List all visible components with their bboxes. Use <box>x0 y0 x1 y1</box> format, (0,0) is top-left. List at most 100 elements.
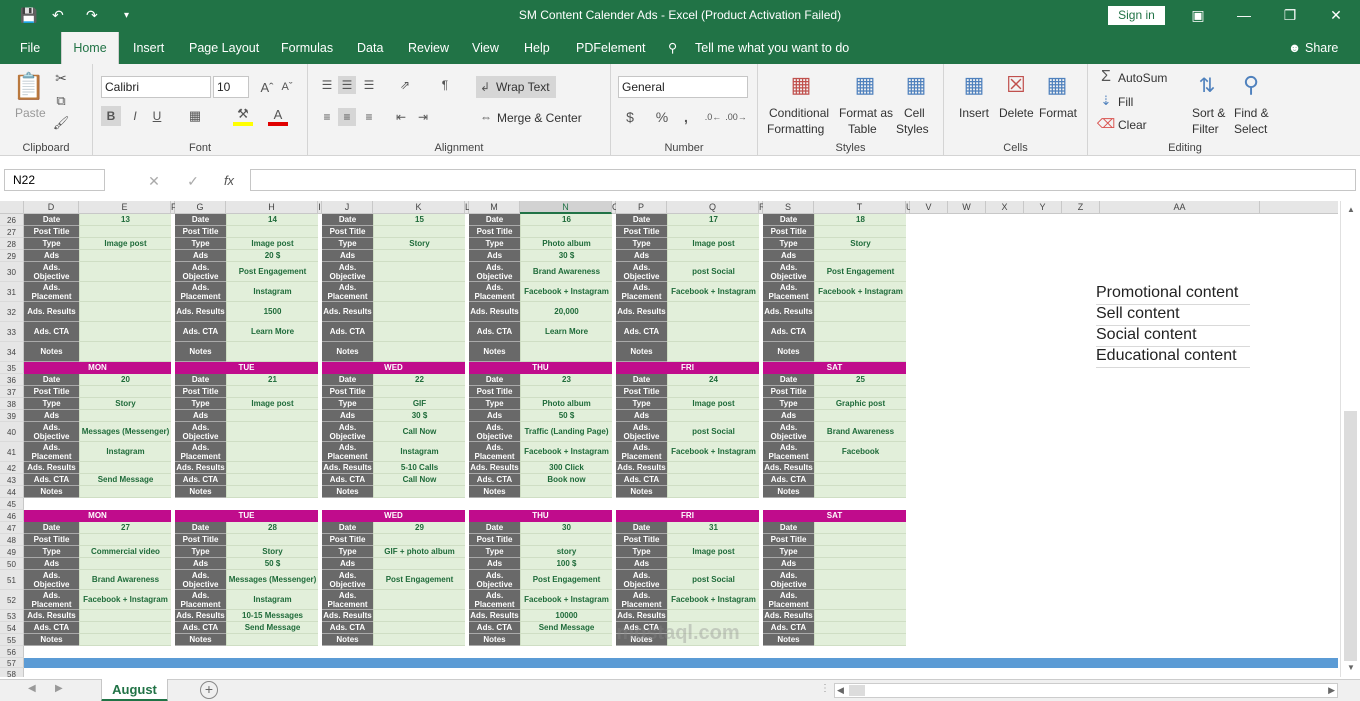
worksheet-grid[interactable]: DEFGHIJKLMNOPQRSTUVWXYZAAAB 262728293031… <box>0 201 1338 677</box>
row-label-cell[interactable]: Ads. CTA <box>175 474 226 486</box>
calendar-value-cell[interactable] <box>520 534 612 546</box>
calendar-value-cell[interactable] <box>814 486 906 498</box>
row-label-cell[interactable]: Type <box>763 398 814 410</box>
row-label-cell[interactable]: Ads <box>322 250 373 262</box>
day-header[interactable]: TUE <box>175 510 318 522</box>
shrink-font-icon[interactable]: Aˇ <box>278 78 296 96</box>
calendar-value-cell[interactable]: Facebook + Instagram <box>520 442 612 462</box>
calendar-value-cell[interactable] <box>667 342 759 362</box>
row-header[interactable]: 32 <box>0 302 24 322</box>
calendar-value-cell[interactable]: Brand Awareness <box>520 262 612 282</box>
tab-data[interactable]: Data <box>357 32 383 64</box>
row-label-cell[interactable]: Notes <box>322 342 373 362</box>
scroll-thumb[interactable] <box>1344 411 1357 661</box>
calendar-value-cell[interactable] <box>520 486 612 498</box>
row-label-cell[interactable]: Post Title <box>322 386 373 398</box>
paste-button[interactable]: Paste <box>15 106 46 120</box>
row-label-cell[interactable]: Ads. Results <box>763 302 814 322</box>
calendar-value-cell[interactable]: Image post <box>667 398 759 410</box>
row-label-cell[interactable]: Type <box>469 398 520 410</box>
row-label-cell[interactable]: Post Title <box>616 226 667 238</box>
calendar-value-cell[interactable] <box>79 534 171 546</box>
row-label-cell[interactable]: Type <box>175 238 226 250</box>
row-label-cell[interactable]: Post Title <box>616 534 667 546</box>
calendar-value-cell[interactable] <box>814 226 906 238</box>
align-bottom-icon[interactable]: ☰ <box>360 76 378 94</box>
row-header[interactable]: 57 <box>0 658 24 668</box>
calendar-value-cell[interactable]: Post Engagement <box>373 570 465 590</box>
day-header[interactable]: FRI <box>616 362 759 374</box>
decrease-indent-icon[interactable]: ⇤ <box>392 108 410 126</box>
day-header[interactable]: MON <box>24 510 171 522</box>
enter-icon[interactable]: ✓ <box>184 172 202 190</box>
row-label-cell[interactable]: Ads <box>763 410 814 422</box>
row-label-cell[interactable]: Ads. Results <box>24 302 79 322</box>
row-header[interactable]: 33 <box>0 322 24 342</box>
row-label-cell[interactable]: Notes <box>175 634 226 646</box>
calendar-value-cell[interactable]: Post Engagement <box>226 262 318 282</box>
row-header[interactable]: 31 <box>0 282 24 302</box>
day-header[interactable]: FRI <box>616 510 759 522</box>
row-header[interactable]: 48 <box>0 534 24 546</box>
calendar-value-cell[interactable]: 29 <box>373 522 465 534</box>
calendar-value-cell[interactable]: 20,000 <box>520 302 612 322</box>
calendar-value-cell[interactable] <box>226 486 318 498</box>
row-header[interactable]: 39 <box>0 410 24 422</box>
calendar-value-cell[interactable]: 27 <box>79 522 171 534</box>
row-label-cell[interactable]: Ads. Objective <box>763 570 814 590</box>
tab-view[interactable]: View <box>472 32 499 64</box>
row-header[interactable]: 52 <box>0 590 24 610</box>
row-label-cell[interactable]: Date <box>763 214 814 226</box>
row-label-cell[interactable]: Notes <box>469 342 520 362</box>
row-label-cell[interactable]: Ads. CTA <box>24 622 79 634</box>
row-label-cell[interactable]: Notes <box>763 486 814 498</box>
insert-function-button[interactable]: fx <box>220 171 238 189</box>
vertical-scrollbar[interactable]: ▲ ▼ <box>1340 201 1360 677</box>
format-as-table-icon[interactable]: ▦ <box>850 70 880 100</box>
align-middle-icon[interactable]: ☰ <box>338 76 356 94</box>
row-header[interactable]: 50 <box>0 558 24 570</box>
row-label-cell[interactable]: Ads. Objective <box>175 422 226 442</box>
row-label-cell[interactable]: Ads. CTA <box>175 322 226 342</box>
day-header[interactable]: TUE <box>175 362 318 374</box>
row-label-cell[interactable]: Type <box>24 398 79 410</box>
calendar-value-cell[interactable] <box>373 226 465 238</box>
row-header[interactable]: 38 <box>0 398 24 410</box>
row-label-cell[interactable]: Date <box>763 374 814 386</box>
tell-me-search[interactable]: Tell me what you want to do <box>695 32 849 64</box>
column-header[interactable]: P <box>616 201 667 214</box>
calendar-value-cell[interactable] <box>814 410 906 422</box>
row-label-cell[interactable]: Date <box>763 522 814 534</box>
merge-center-button[interactable]: Merge & Center <box>497 111 582 125</box>
calendar-value-cell[interactable]: Facebook + Instagram <box>667 590 759 610</box>
calendar-value-cell[interactable]: 31 <box>667 522 759 534</box>
calendar-value-cell[interactable] <box>79 462 171 474</box>
sort-filter-line2[interactable]: Filter <box>1192 122 1219 136</box>
minimize-icon[interactable]: — <box>1221 0 1267 32</box>
row-label-cell[interactable]: Ads <box>616 558 667 570</box>
calendar-value-cell[interactable] <box>814 634 906 646</box>
row-header[interactable]: 53 <box>0 610 24 622</box>
calendar-value-cell[interactable] <box>373 342 465 362</box>
row-label-cell[interactable]: Date <box>469 522 520 534</box>
row-label-cell[interactable]: Notes <box>24 342 79 362</box>
calendar-value-cell[interactable]: Call Now <box>373 422 465 442</box>
sort-filter-icon[interactable]: ⇅ <box>1192 70 1222 100</box>
conditional-formatting-line2[interactable]: Formatting <box>767 122 824 136</box>
row-label-cell[interactable]: Ads. Results <box>469 610 520 622</box>
format-as-table-line2[interactable]: Table <box>848 122 877 136</box>
calendar-value-cell[interactable]: 28 <box>226 522 318 534</box>
row-label-cell[interactable]: Ads. Placement <box>24 282 79 302</box>
calendar-value-cell[interactable]: Image post <box>667 546 759 558</box>
calendar-value-cell[interactable]: Image post <box>79 238 171 250</box>
column-header[interactable]: Z <box>1062 201 1100 214</box>
row-header[interactable]: 37 <box>0 386 24 398</box>
tab-home[interactable]: Home <box>61 32 119 64</box>
row-label-cell[interactable]: Ads. CTA <box>469 474 520 486</box>
row-label-cell[interactable]: Post Title <box>24 386 79 398</box>
row-header[interactable]: 42 <box>0 462 24 474</box>
row-label-cell[interactable]: Ads <box>763 250 814 262</box>
calendar-value-cell[interactable]: 23 <box>520 374 612 386</box>
row-label-cell[interactable]: Ads. Results <box>763 610 814 622</box>
calendar-value-cell[interactable]: Image post <box>226 398 318 410</box>
